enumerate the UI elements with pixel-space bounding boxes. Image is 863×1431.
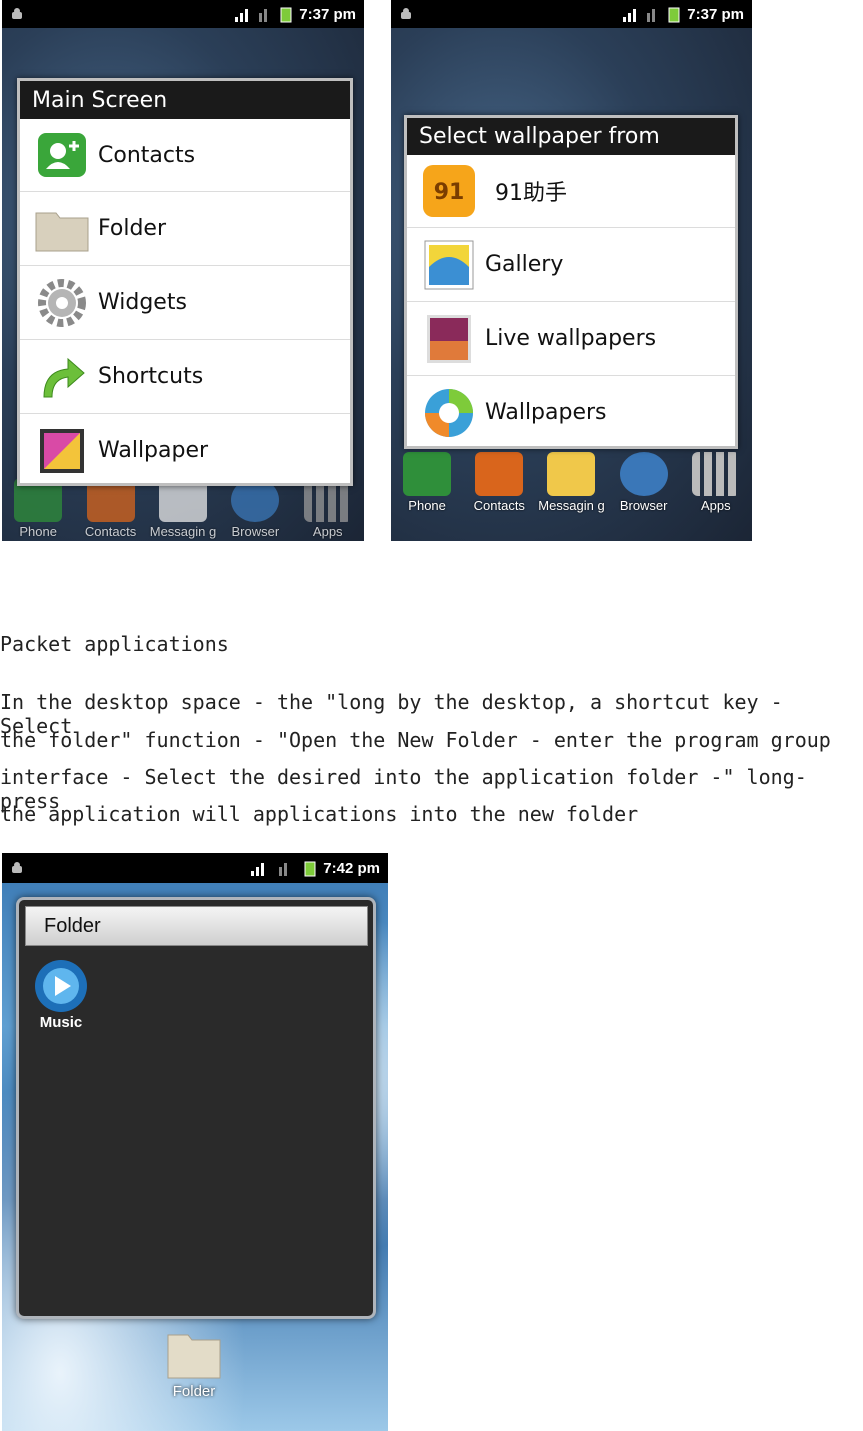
wallpaper-source-gallery[interactable]: Gallery [407, 227, 735, 301]
menu-item-wallpaper[interactable]: Wallpaper [20, 413, 350, 487]
dock-app-phone[interactable]: Phone [6, 478, 70, 539]
menu-item-label: Wallpaper [98, 438, 209, 463]
gallery-icon [424, 240, 474, 289]
screenshot-folder-open: 7:42 pm Folder Music Folder [2, 853, 388, 1431]
dock-app-messaging[interactable]: Messagin g [150, 478, 216, 539]
folder-title[interactable]: Folder [25, 906, 368, 946]
signal-icon [235, 9, 268, 22]
status-time: 7:37 pm [687, 5, 744, 23]
menu-item-label: 91助手 [495, 181, 567, 206]
menu-item-widgets[interactable]: Widgets [20, 265, 350, 339]
contacts-add-icon [38, 133, 86, 177]
menu-item-label: Shortcuts [98, 364, 204, 389]
desktop-folder[interactable]: Folder [162, 1327, 226, 1400]
menu-item-label: Contacts [98, 142, 196, 168]
91-assistant-icon: 91 [423, 165, 475, 217]
body-line: the folder" function - "Open the New Fol… [0, 728, 831, 752]
folder-app-music[interactable]: Music [31, 958, 91, 1031]
screenshot-select-wallpaper: 7:37 pm Phone Contacts Messagin g Browse… [391, 0, 752, 541]
dock-app-apps[interactable]: Apps [684, 452, 748, 513]
battery-icon [304, 861, 316, 877]
signal-icon [251, 863, 288, 876]
menu-item-label: Live wallpapers [485, 326, 657, 351]
dialog-title: Select wallpaper from [407, 118, 735, 155]
status-time: 7:42 pm [323, 859, 380, 877]
section-heading: Packet applications [0, 632, 229, 656]
android-debug-icon [401, 8, 411, 19]
wallpapers-icon [425, 388, 473, 437]
screenshot-main-screen-menu: 7:37 pm Phone Contacts Messagin g Browse… [2, 0, 364, 541]
wallpaper-source-wallpapers[interactable]: Wallpapers [407, 375, 735, 449]
dock-app-contacts[interactable]: Contacts [467, 452, 531, 513]
menu-item-shortcuts[interactable]: Shortcuts [20, 339, 350, 413]
battery-icon [668, 7, 680, 23]
menu-item-label: Gallery [485, 252, 564, 277]
dock-app-phone[interactable]: Phone [395, 452, 459, 513]
status-bar: 7:37 pm [391, 0, 752, 28]
signal-icon [623, 9, 656, 22]
desktop-folder-label: Folder [172, 1383, 216, 1400]
svg-text:91: 91 [434, 180, 465, 205]
body-line: the application will applications into t… [0, 802, 639, 826]
main-screen-dialog: Main Screen Contacts Folder Widgets Shor… [17, 78, 353, 486]
dock: Phone Contacts Messagin g Browser Apps [2, 478, 364, 539]
folder-icon [35, 212, 89, 251]
gear-icon [38, 278, 86, 327]
status-bar: 7:42 pm [2, 853, 388, 883]
music-icon [35, 960, 87, 1012]
wallpaper-source-live-wallpapers[interactable]: Live wallpapers [407, 301, 735, 375]
dock-app-browser[interactable]: Browser [612, 452, 676, 513]
live-wallpaper-icon [427, 314, 471, 363]
dock: Phone Contacts Messagin g Browser Apps [391, 452, 752, 513]
app-label: Music [39, 1014, 83, 1031]
menu-item-label: Folder [98, 216, 166, 241]
wallpaper-icon [40, 428, 84, 473]
folder-icon [167, 1334, 221, 1379]
menu-item-label: Wallpapers [485, 400, 607, 425]
select-wallpaper-dialog: Select wallpaper from 91 91助手 Gallery Li… [404, 115, 738, 449]
wallpaper-source-91-assistant[interactable]: 91 91助手 [407, 155, 735, 227]
menu-item-folder[interactable]: Folder [20, 191, 350, 265]
android-debug-icon [12, 862, 22, 873]
status-bar: 7:37 pm [2, 0, 364, 28]
dock-app-messaging[interactable]: Messagin g [538, 452, 605, 513]
dialog-title: Main Screen [20, 81, 350, 119]
arrow-shortcut-icon [43, 357, 85, 397]
battery-icon [280, 7, 292, 23]
dock-app-contacts[interactable]: Contacts [79, 478, 143, 539]
android-debug-icon [12, 8, 22, 19]
menu-item-contacts[interactable]: Contacts [20, 119, 350, 191]
dock-app-browser[interactable]: Browser [223, 478, 287, 539]
dock-app-apps[interactable]: Apps [296, 478, 360, 539]
status-time: 7:37 pm [299, 5, 356, 23]
menu-item-label: Widgets [98, 290, 187, 315]
open-folder-window: Folder Music [16, 897, 376, 1319]
